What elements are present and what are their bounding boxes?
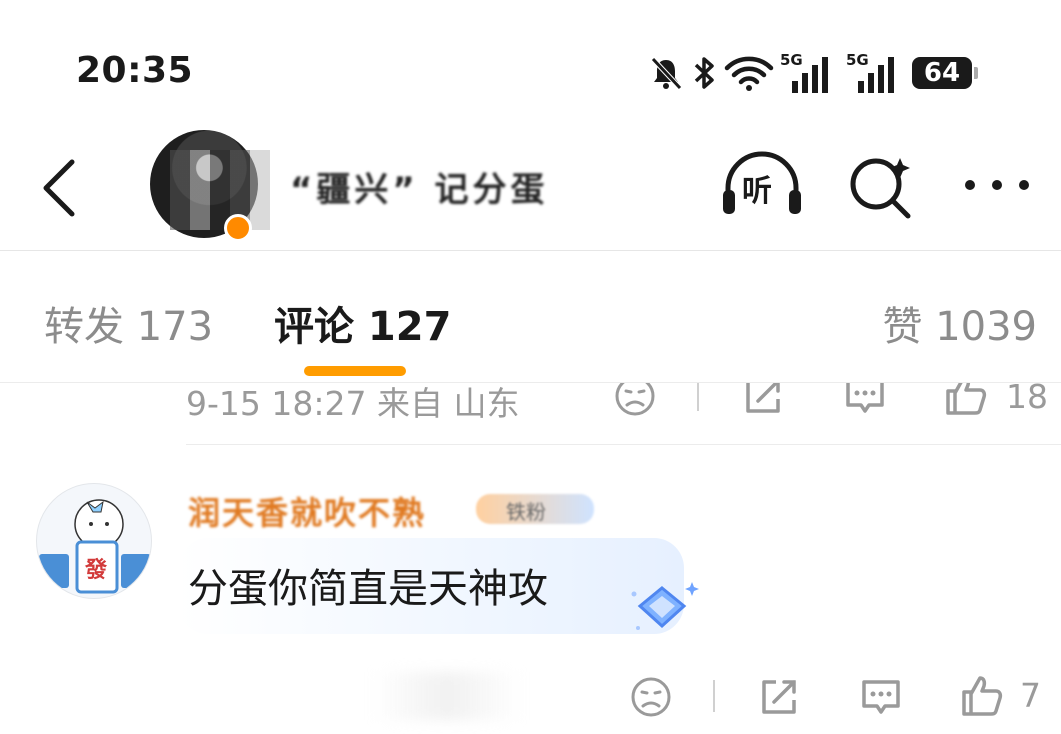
page-title[interactable]: “疆兴” 记分蛋 (290, 162, 549, 211)
divider (0, 250, 1061, 251)
commenter-name[interactable]: 润天香就吹不熟 (188, 488, 426, 534)
avatar-glyph: 發 (85, 558, 108, 583)
like-count: 7 (1020, 676, 1041, 715)
share-icon[interactable] (758, 676, 800, 718)
listen-label: 听 (742, 174, 772, 209)
fan-badge-label: 铁粉 (506, 500, 546, 524)
back-icon[interactable] (40, 158, 80, 218)
active-tab-indicator (304, 366, 406, 376)
comment-text: 分蛋你简直是天神攻 (188, 566, 548, 612)
prev-like-count: 18 (1006, 383, 1048, 416)
battery-icon: 64 (912, 57, 978, 89)
separator (713, 680, 715, 712)
bluetooth-icon (694, 57, 714, 89)
blurred-element (372, 672, 522, 720)
comment-icon[interactable] (844, 383, 886, 417)
signal-label: 5G (846, 51, 869, 69)
sad-face-icon[interactable] (630, 676, 672, 718)
tab-repost[interactable]: 转发 173 (44, 294, 213, 352)
tab-like[interactable]: 赞 1039 (882, 294, 1037, 352)
prev-comment-footer: 9-15 18:27 来自 山东 18 (0, 383, 1061, 445)
signal-label: 5G (780, 51, 803, 69)
wifi-icon (724, 56, 774, 91)
thumbs-up-icon[interactable] (960, 674, 1004, 718)
thumbs-up-icon[interactable] (944, 383, 988, 417)
signal-icon: 5G (780, 51, 832, 93)
signal-icon: 5G (846, 51, 898, 93)
fan-badge: 铁粉 (476, 494, 594, 524)
divider (186, 444, 1061, 445)
verified-badge (224, 214, 252, 242)
commenter-avatar[interactable]: 發 (36, 483, 152, 599)
comment-icon[interactable] (860, 676, 902, 718)
status-icons: 5G 5G 64 (648, 51, 978, 94)
separator (697, 383, 699, 411)
search-sparkle-icon[interactable] (848, 152, 916, 220)
more-icon[interactable] (962, 170, 1032, 200)
avatar-mosaic (170, 150, 270, 230)
tab-comment[interactable]: 评论 127 (274, 294, 451, 352)
share-icon[interactable] (742, 383, 784, 417)
listen-button[interactable]: 听 (720, 150, 804, 220)
diamond-icon (631, 582, 699, 630)
battery-level: 64 (923, 58, 961, 88)
sad-face-icon[interactable] (614, 383, 656, 417)
bell-off-icon (651, 57, 682, 90)
status-time: 20:35 (76, 50, 194, 91)
prev-comment-meta: 9-15 18:27 来自 山东 (186, 384, 520, 423)
